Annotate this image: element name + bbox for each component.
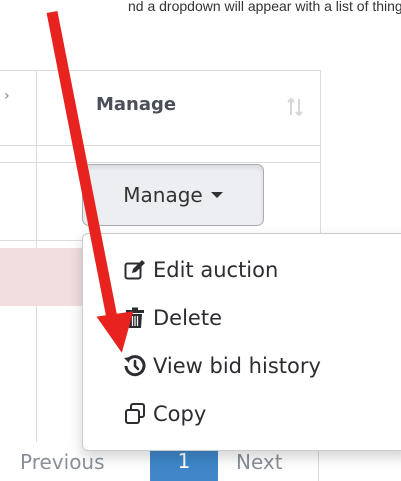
menu-item-copy[interactable]: Copy xyxy=(123,396,206,432)
sort-icon[interactable] xyxy=(284,96,306,118)
caret-down-icon xyxy=(210,192,223,198)
manage-button-label: Manage xyxy=(123,183,203,207)
menu-item-label: View bid history xyxy=(153,354,321,378)
manage-column-header[interactable]: Manage xyxy=(36,70,320,145)
pagination-next[interactable]: Next xyxy=(236,450,283,474)
menu-item-delete[interactable]: Delete xyxy=(123,300,222,336)
manage-dropdown-menu: Edit auction Delete View bid history Cop… xyxy=(82,233,401,451)
manage-dropdown-button[interactable]: Manage xyxy=(82,164,264,226)
copy-icon xyxy=(123,402,147,426)
pagination-previous[interactable]: Previous xyxy=(20,450,105,474)
menu-item-edit-auction[interactable]: Edit auction xyxy=(123,252,278,288)
menu-item-label: Copy xyxy=(153,402,207,426)
manage-header-label: Manage xyxy=(96,94,177,115)
menu-item-label: Edit auction xyxy=(153,258,279,282)
table-header-divider xyxy=(0,145,320,146)
instruction-caption: nd a dropdown will appear with a list of… xyxy=(128,0,401,14)
highlighted-row xyxy=(0,248,90,306)
history-icon xyxy=(123,354,147,378)
edit-icon xyxy=(123,258,147,282)
menu-item-label: Delete xyxy=(153,306,222,330)
previous-column-edge: › xyxy=(4,88,10,104)
menu-item-view-bid-history[interactable]: View bid history xyxy=(123,348,321,384)
trash-icon xyxy=(123,306,147,330)
table-row-divider xyxy=(0,162,320,163)
